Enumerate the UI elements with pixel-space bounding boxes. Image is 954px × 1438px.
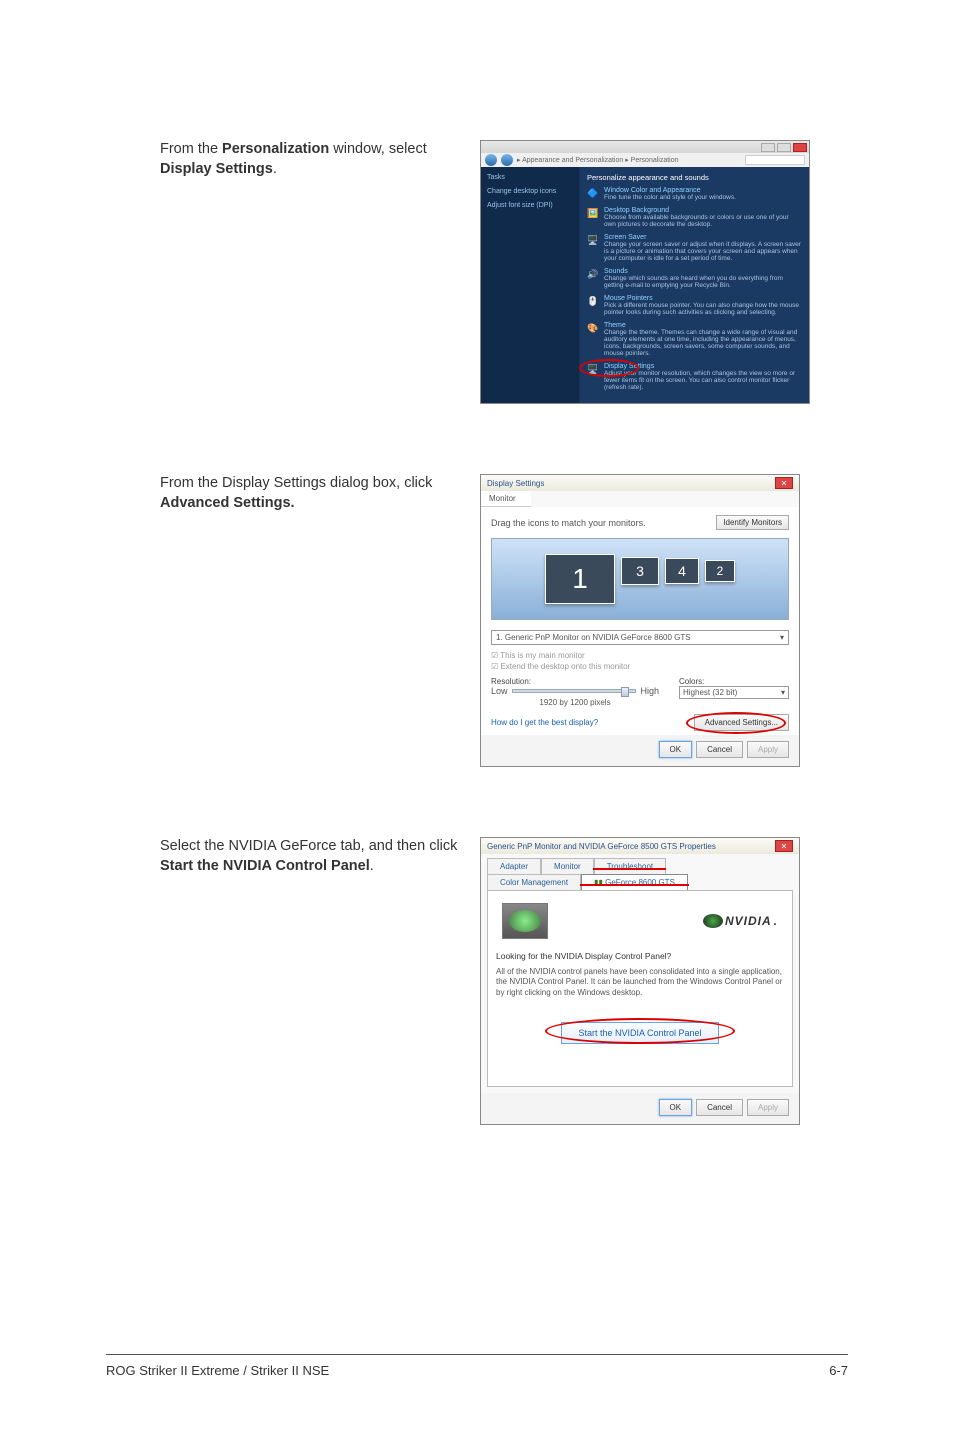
footer-left: ROG Striker II Extreme / Striker II NSE — [106, 1363, 329, 1378]
start-nvidia-button[interactable]: Start the NVIDIA Control Panel — [561, 1022, 718, 1044]
item-sounds[interactable]: 🔊 SoundsChange which sounds are heard wh… — [587, 268, 801, 289]
sidebar-heading: Tasks — [487, 173, 573, 183]
apply-button[interactable]: Apply — [747, 1099, 789, 1116]
window-titlebar: Display Settings ✕ — [481, 475, 799, 491]
monitor-2[interactable]: 2 — [705, 560, 735, 582]
monitor-4[interactable]: 4 — [665, 558, 699, 584]
panel-heading: Personalize appearance and sounds — [587, 173, 801, 182]
highlight-line-icon — [580, 884, 689, 886]
speaker-icon: 🔊 — [587, 268, 599, 280]
gpu-chip-icon — [502, 903, 548, 939]
slider-high-label: High — [640, 686, 659, 696]
main-monitor-checkbox[interactable]: ☑ This is my main monitor — [491, 651, 789, 660]
resolution-value: 1920 by 1200 pixels — [491, 698, 659, 707]
sidebar-link[interactable]: Change desktop icons — [487, 187, 573, 197]
forward-button[interactable] — [501, 154, 513, 166]
breadcrumb[interactable]: ▸ Appearance and Personalization ▸ Perso… — [517, 156, 741, 164]
monitor-1[interactable]: 1 — [545, 554, 615, 604]
tab-monitor[interactable]: Monitor — [541, 858, 594, 874]
picture-icon: 🖼️ — [587, 207, 599, 219]
footer-right: 6-7 — [829, 1363, 848, 1378]
item-theme[interactable]: 🎨 ThemeChange the theme. Themes can chan… — [587, 322, 801, 357]
tab-color-management[interactable]: Color Management — [487, 874, 581, 890]
cancel-button[interactable]: Cancel — [696, 741, 743, 758]
close-button[interactable]: ✕ — [775, 477, 793, 489]
geforce-properties-window: Generic PnP Monitor and NVIDIA GeForce 8… — [480, 837, 800, 1125]
advanced-settings-button[interactable]: Advanced Settings... — [694, 714, 789, 731]
tab-troubleshoot[interactable]: Troubleshoot — [594, 858, 666, 874]
resolution-slider[interactable] — [512, 689, 637, 693]
item-screensaver[interactable]: 🖥️ Screen SaverChange your screen saver … — [587, 234, 801, 262]
window-titlebar: Generic PnP Monitor and NVIDIA GeForce 8… — [481, 838, 799, 854]
display-settings-window: Display Settings ✕ Monitor Drag the icon… — [480, 474, 800, 767]
palette-icon: 🔷 — [587, 187, 599, 199]
monitor-icon: 🖥️ — [587, 234, 599, 246]
sidebar: Tasks Change desktop icons Adjust font s… — [481, 167, 579, 403]
monitor-arrangement[interactable]: 1 3 4 2 — [491, 538, 789, 620]
monitor-select[interactable]: 1. Generic PnP Monitor on NVIDIA GeForce… — [491, 630, 789, 645]
step2-text: From the Display Settings dialog box, cl… — [160, 474, 460, 513]
tab-monitor[interactable]: Monitor — [481, 491, 531, 507]
search-input[interactable] — [745, 155, 805, 165]
cursor-icon: 🖱️ — [587, 295, 599, 307]
colors-select[interactable]: Highest (32 bit)▾ — [679, 686, 789, 699]
slider-low-label: Low — [491, 686, 508, 696]
tab-geforce[interactable]: ▮▮ GeForce 8600 GTS — [581, 874, 688, 890]
ok-button[interactable]: OK — [659, 741, 693, 758]
minimize-button[interactable] — [761, 143, 775, 152]
heading-question: Looking for the NVIDIA Display Control P… — [496, 951, 784, 961]
cancel-button[interactable]: Cancel — [696, 1099, 743, 1116]
nvidia-logo: NVIDIA. — [703, 914, 778, 928]
nvidia-eye-icon — [703, 914, 723, 928]
apply-button[interactable]: Apply — [747, 741, 789, 758]
item-desktop-bg[interactable]: 🖼️ Desktop BackgroundChoose from availab… — [587, 207, 801, 228]
step3-text: Select the NVIDIA GeForce tab, and then … — [160, 837, 460, 876]
back-button[interactable] — [485, 154, 497, 166]
display-icon: 🖥️ — [587, 363, 599, 375]
ok-button[interactable]: OK — [659, 1099, 693, 1116]
drag-instruction: Drag the icons to match your monitors. — [491, 518, 646, 528]
resolution-label: Resolution: — [491, 677, 659, 686]
window-titlebar — [481, 141, 809, 153]
window-title: Generic PnP Monitor and NVIDIA GeForce 8… — [487, 842, 716, 851]
description-text: All of the NVIDIA control panels have be… — [496, 967, 784, 998]
close-button[interactable] — [793, 143, 807, 152]
identify-monitors-button[interactable]: Identify Monitors — [716, 515, 789, 530]
chevron-down-icon: ▾ — [781, 688, 785, 697]
sidebar-link[interactable]: Adjust font size (DPI) — [487, 201, 573, 211]
help-link[interactable]: How do I get the best display? — [491, 718, 598, 727]
chevron-down-icon: ▾ — [780, 633, 784, 642]
page-footer: ROG Striker II Extreme / Striker II NSE … — [106, 1354, 848, 1378]
colors-label: Colors: — [679, 677, 789, 686]
extend-desktop-checkbox[interactable]: ☑ Extend the desktop onto this monitor — [491, 662, 789, 671]
toolbar: ▸ Appearance and Personalization ▸ Perso… — [481, 153, 809, 167]
item-mouse-pointers[interactable]: 🖱️ Mouse PointersPick a different mouse … — [587, 295, 801, 316]
personalization-window: ▸ Appearance and Personalization ▸ Perso… — [480, 140, 810, 404]
close-button[interactable]: ✕ — [775, 840, 793, 852]
item-window-color[interactable]: 🔷 Window Color and AppearanceFine tune t… — [587, 187, 801, 201]
window-title: Display Settings — [487, 479, 544, 488]
theme-icon: 🎨 — [587, 322, 599, 334]
step1-text: From the Personalization window, select … — [160, 140, 460, 179]
monitor-3[interactable]: 3 — [621, 557, 659, 585]
highlight-line-icon — [593, 868, 666, 870]
item-display-settings[interactable]: 🖥️ Display SettingsAdjust your monitor r… — [587, 363, 801, 391]
tab-adapter[interactable]: Adapter — [487, 858, 541, 874]
maximize-button[interactable] — [777, 143, 791, 152]
main-panel: Personalize appearance and sounds 🔷 Wind… — [579, 167, 809, 403]
